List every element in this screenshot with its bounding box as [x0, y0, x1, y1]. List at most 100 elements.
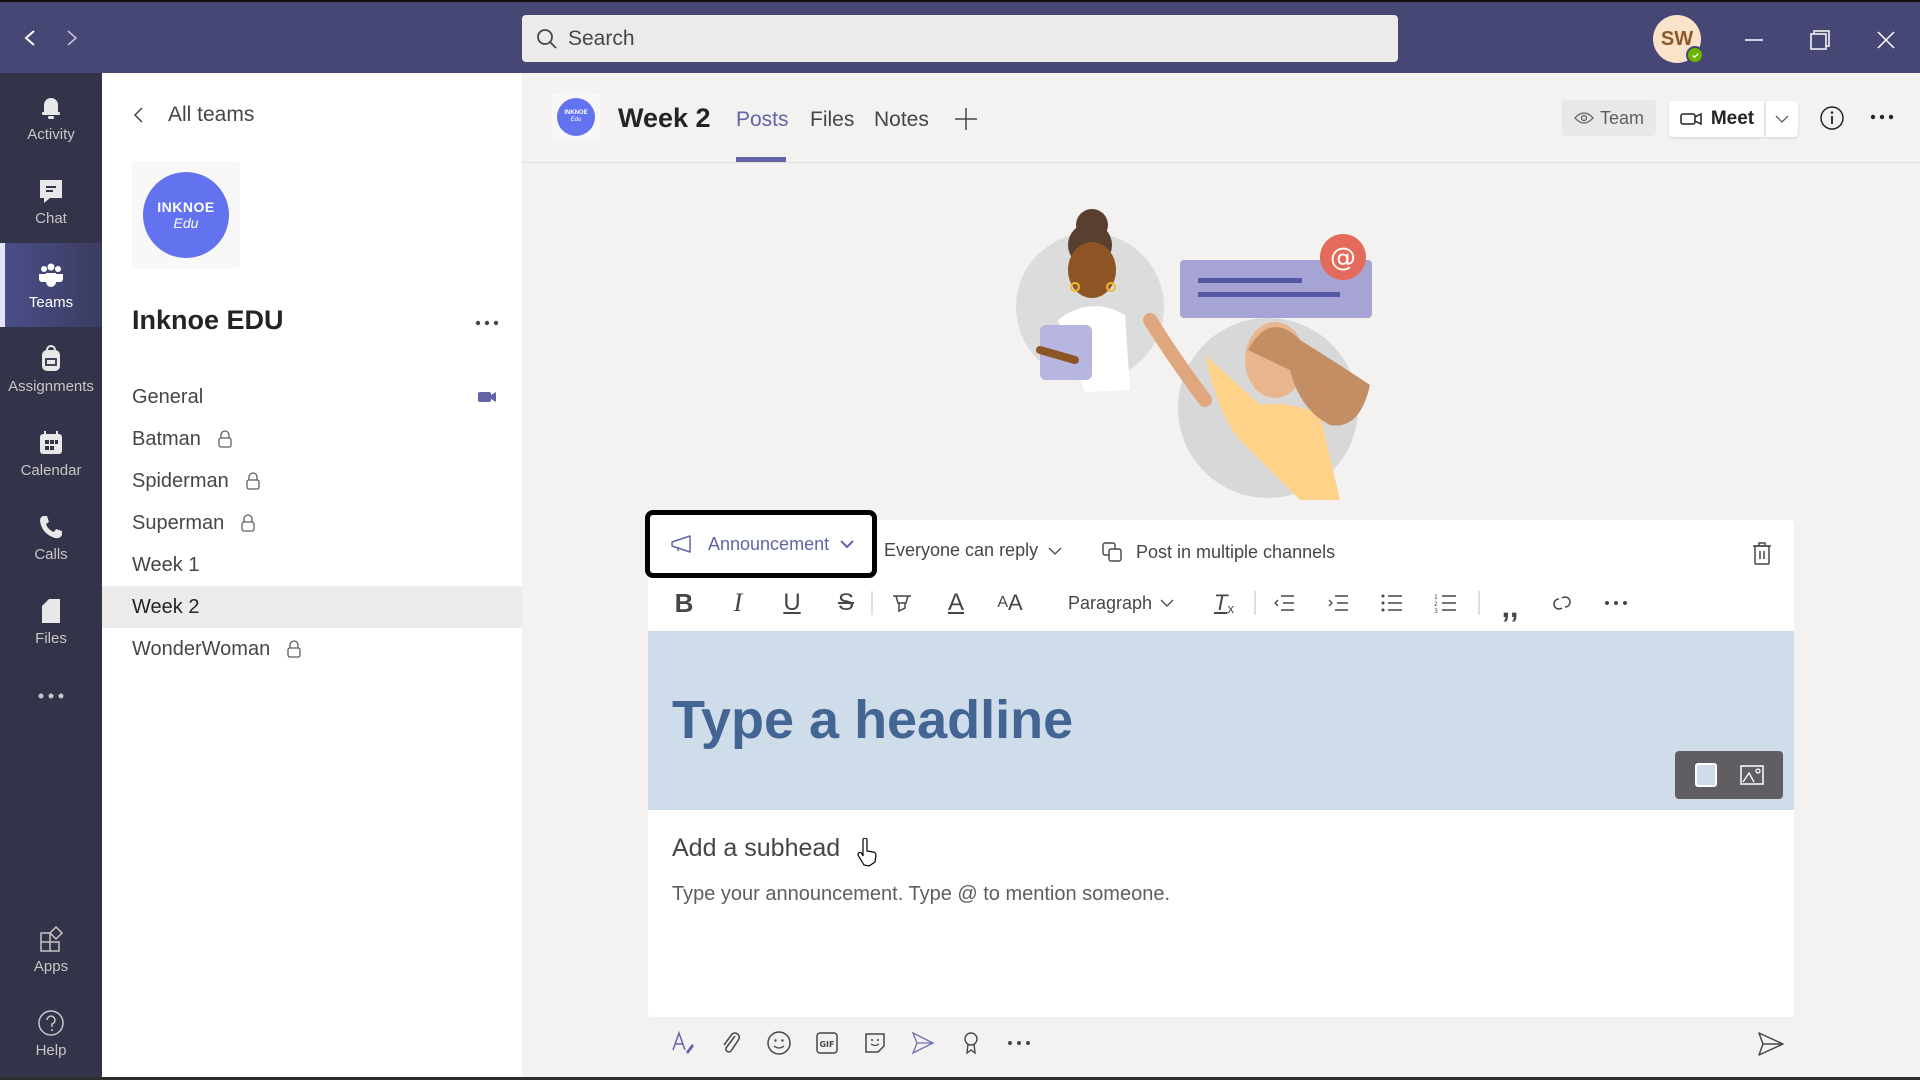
- back-button[interactable]: [16, 24, 44, 52]
- decrease-indent-button[interactable]: [1268, 587, 1300, 619]
- rail-label: Apps: [33, 957, 69, 975]
- chevron-left-icon: [133, 107, 143, 123]
- channel-logo-text: INKNOE: [564, 110, 588, 117]
- font-size-button[interactable]: AA: [992, 587, 1028, 619]
- channel-item-week-1[interactable]: Week 1: [102, 544, 522, 586]
- increase-indent-button[interactable]: [1322, 587, 1354, 619]
- post-multiple-channels-button[interactable]: Post in multiple channels: [1100, 540, 1335, 564]
- bell-icon: [42, 97, 60, 119]
- insert-link-button[interactable]: [1546, 587, 1578, 619]
- banner-color-button[interactable]: [1694, 762, 1718, 788]
- tab-posts[interactable]: Posts: [736, 108, 789, 132]
- bullet-list-icon: [1381, 594, 1402, 612]
- font-color-button[interactable]: A: [940, 587, 972, 619]
- rail-label: Help: [35, 1041, 67, 1059]
- all-teams-link[interactable]: All teams: [132, 103, 254, 127]
- forward-button[interactable]: [58, 24, 86, 52]
- minimize-icon: [1745, 39, 1763, 41]
- channel-item-general[interactable]: General: [102, 376, 522, 418]
- team-button[interactable]: Team: [1562, 100, 1656, 136]
- schedule-meeting-button[interactable]: [908, 1028, 938, 1058]
- reply-setting-dropdown[interactable]: Everyone can reply: [884, 540, 1062, 561]
- restore-icon: [1810, 30, 1830, 50]
- gif-button[interactable]: GIF: [812, 1028, 842, 1058]
- rail-more-apps[interactable]: [0, 663, 102, 733]
- format-button[interactable]: [668, 1028, 698, 1058]
- meet-button[interactable]: Meet: [1669, 101, 1764, 137]
- praise-button[interactable]: [956, 1028, 986, 1058]
- channel-item-spiderman[interactable]: Spiderman: [102, 460, 522, 502]
- italic-button[interactable]: I: [722, 587, 754, 619]
- channel-name: Superman: [132, 511, 225, 534]
- team-more-options-button[interactable]: [467, 311, 507, 335]
- title-bar: Search SW: [0, 0, 1920, 73]
- more-icon: [1605, 601, 1627, 605]
- numbered-list-button[interactable]: 123: [1430, 587, 1462, 619]
- meet-dropdown-button[interactable]: [1766, 101, 1798, 137]
- rail-item-apps[interactable]: Apps: [0, 907, 102, 991]
- rail-item-calls[interactable]: Calls: [0, 495, 102, 579]
- close-button[interactable]: [1866, 20, 1906, 60]
- delete-icon[interactable]: [1750, 540, 1774, 566]
- lock-icon: [241, 514, 255, 532]
- channel-title: Week 2: [618, 103, 711, 133]
- paragraph-style-dropdown[interactable]: Paragraph: [1066, 587, 1176, 619]
- minimize-button[interactable]: [1734, 20, 1774, 60]
- restore-button[interactable]: [1800, 20, 1840, 60]
- copy-channels-icon: [1102, 542, 1122, 562]
- avatar-initials: SW: [1660, 27, 1694, 50]
- channel-item-batman[interactable]: Batman: [102, 418, 522, 460]
- bold-button[interactable]: B: [668, 587, 700, 619]
- search-input[interactable]: Search: [522, 15, 1398, 62]
- rail-item-chat[interactable]: Chat: [0, 159, 102, 243]
- attach-button[interactable]: [716, 1028, 746, 1058]
- gif-icon: GIF: [816, 1032, 838, 1054]
- channel-more-options-button[interactable]: [1864, 107, 1900, 127]
- video-camera-icon: [1680, 112, 1702, 126]
- numbered-list-icon: 123: [1434, 594, 1456, 613]
- send-icon[interactable]: [1756, 1030, 1786, 1058]
- headline-input[interactable]: Type a headline: [672, 689, 1073, 751]
- rail-item-help[interactable]: Help: [0, 991, 102, 1075]
- paperclip-icon: [723, 1032, 740, 1053]
- rail-item-assignments[interactable]: Assignments: [0, 327, 102, 411]
- phone-icon: [40, 515, 62, 538]
- rail-item-teams[interactable]: Teams: [0, 243, 102, 327]
- rail-label: Assignments: [8, 377, 94, 395]
- bulleted-list-button[interactable]: [1376, 587, 1408, 619]
- add-tab-icon[interactable]: [952, 105, 980, 133]
- subhead-input[interactable]: Add a subhead: [672, 834, 840, 863]
- announcement-body-input[interactable]: Type your announcement. Type @ to mentio…: [672, 883, 1170, 906]
- toolbar-divider: [871, 591, 873, 615]
- reply-setting-label: Everyone can reply: [884, 540, 1039, 560]
- file-icon: [42, 598, 60, 623]
- calendar-icon: [40, 430, 62, 454]
- rail-item-activity[interactable]: Activity: [0, 75, 102, 159]
- highlight-button[interactable]: [886, 587, 918, 619]
- tab-files[interactable]: Files: [810, 108, 854, 132]
- search-placeholder: Search: [568, 26, 635, 50]
- channel-item-superman[interactable]: Superman: [102, 502, 522, 544]
- rail-item-files[interactable]: Files: [0, 579, 102, 663]
- info-icon[interactable]: [1817, 103, 1847, 133]
- send-later-icon: [911, 1031, 935, 1055]
- post-type-dropdown[interactable]: Announcement: [645, 510, 877, 578]
- more-actions-button[interactable]: [1004, 1028, 1034, 1058]
- banner-image-button[interactable]: [1739, 764, 1765, 786]
- sticker-button[interactable]: [860, 1028, 890, 1058]
- channel-item-week-2[interactable]: Week 2: [102, 586, 522, 628]
- rail-label: Calendar: [20, 461, 82, 479]
- strikethrough-button[interactable]: S: [830, 587, 862, 619]
- svg-text:@: @: [1330, 243, 1356, 273]
- emoji-button[interactable]: [764, 1028, 794, 1058]
- more-formatting-button[interactable]: [1598, 587, 1634, 619]
- channel-item-wonderwoman[interactable]: WonderWoman: [102, 628, 522, 670]
- clear-formatting-button[interactable]: Tx: [1208, 587, 1240, 619]
- formatting-toolbar: B I U S A AA Paragraph Tx 123 ,,: [648, 583, 1794, 624]
- rail-item-calendar[interactable]: Calendar: [0, 411, 102, 495]
- underline-button[interactable]: U: [776, 587, 808, 619]
- quote-button[interactable]: ,,: [1494, 587, 1526, 624]
- color-swatch-icon: [1694, 763, 1717, 787]
- tab-notes[interactable]: Notes: [874, 108, 929, 132]
- image-icon: [1739, 765, 1764, 785]
